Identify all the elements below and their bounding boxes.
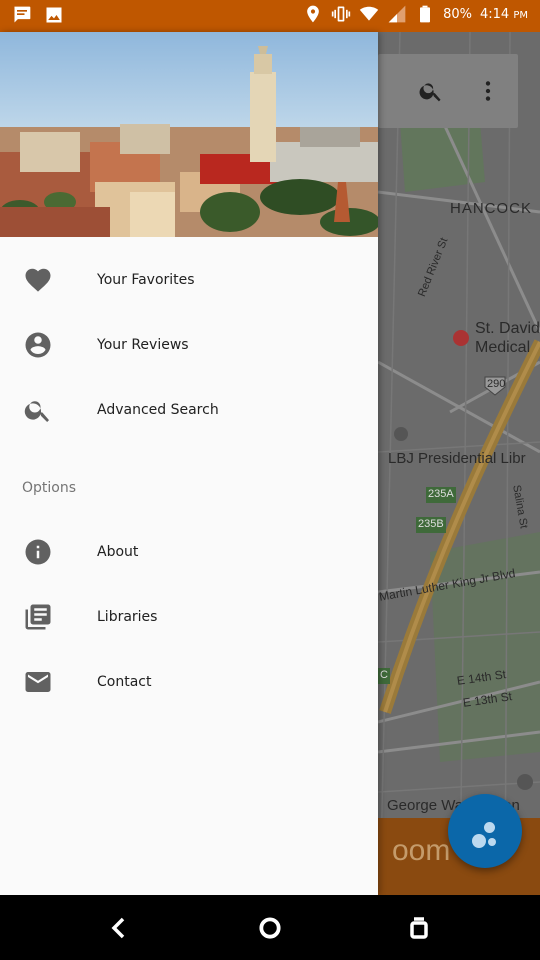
mail-icon [22,666,54,698]
menu-label: Libraries [97,609,158,625]
wifi-icon [359,4,379,24]
section-title-options: Options [22,480,77,496]
fab-dot [484,822,495,833]
menu-item-advanced-search[interactable]: Advanced Search [0,380,378,440]
menu-item-contact[interactable]: Contact [0,652,378,712]
message-icon [12,5,32,25]
battery-icon [415,4,435,24]
navigation-drawer: Your Favorites Your Reviews Advanced Sea… [0,32,378,895]
map-label-exit-c: C [380,669,388,681]
map-label-lbj: LBJ Presidential Libr [388,450,526,467]
map-label-hancock: HANCOCK [450,200,533,217]
clock: 4:14 PM [479,6,528,22]
recents-icon[interactable] [404,913,434,943]
bottom-sheet-text: oom [392,834,451,867]
menu-label: Your Reviews [97,337,189,353]
map-label-st-david: St. David [475,320,540,337]
map-label-medical: Medical [475,339,531,356]
drawer-header-image [0,32,378,237]
menu-item-favorites[interactable]: Your Favorites [0,250,378,310]
menu-label: Contact [97,674,152,690]
library-books-icon [22,601,54,633]
menu-label: Your Favorites [97,272,195,288]
location-icon [303,4,323,24]
heart-icon [22,264,54,296]
signal-icon [387,4,407,24]
fab-dot [488,838,496,846]
map-label-hwy-290: 290 [487,378,506,390]
image-icon [44,5,64,25]
system-navigation-bar [0,895,540,960]
status-bar: 80% 4:14 PM [0,0,540,32]
back-icon[interactable] [104,913,134,943]
map-label-235b: 235B [418,518,444,530]
info-icon [22,536,54,568]
search-icon[interactable] [416,76,446,106]
search-icon [22,394,54,426]
home-icon[interactable] [255,913,285,943]
menu-label: Advanced Search [97,402,219,418]
more-vert-icon[interactable] [473,76,503,106]
menu-item-about[interactable]: About [0,522,378,582]
menu-item-reviews[interactable]: Your Reviews [0,315,378,375]
account-circle-icon [22,329,54,361]
fab-dot [472,834,486,848]
menu-item-libraries[interactable]: Libraries [0,587,378,647]
map-label-235a: 235A [428,488,454,500]
menu-label: About [97,544,139,560]
fab-button[interactable] [448,794,522,868]
battery-percent: 80% [443,6,472,22]
map-toolbar [378,54,518,128]
vibrate-icon [331,4,351,24]
